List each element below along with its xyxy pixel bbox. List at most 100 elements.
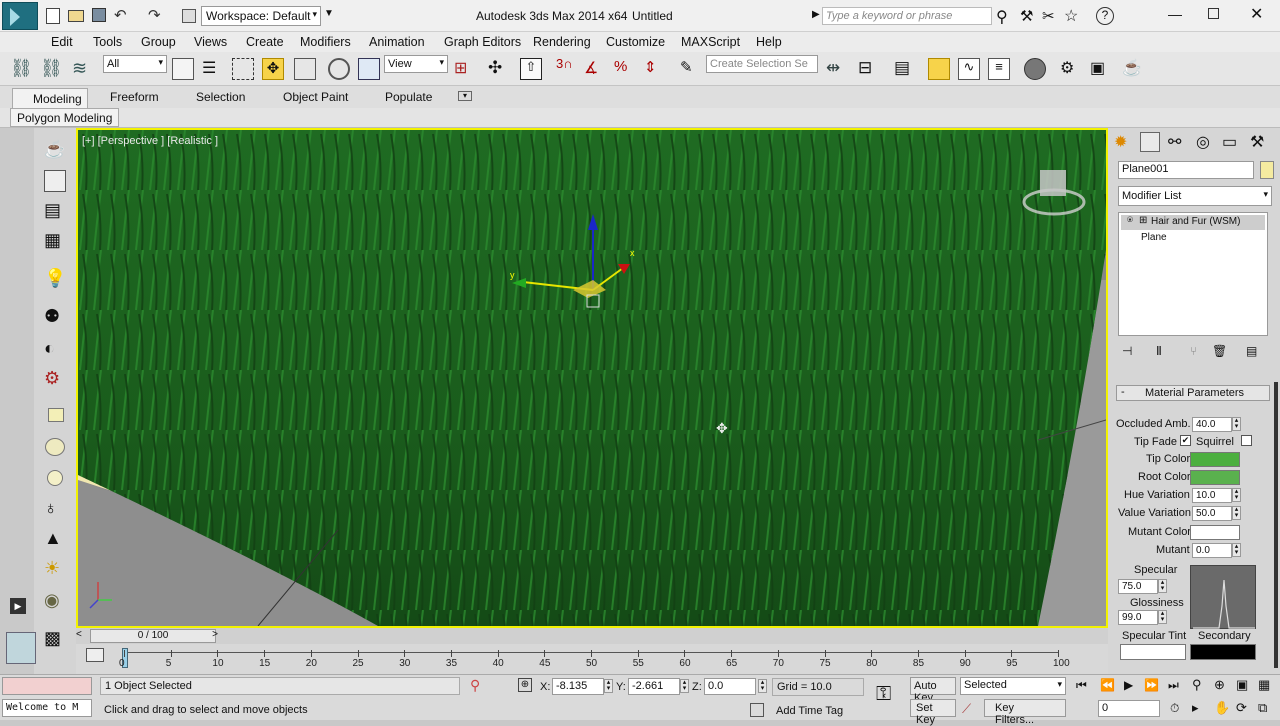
time-tag-icon[interactable]: [750, 703, 764, 717]
menu-views[interactable]: Views: [194, 35, 227, 49]
wrench-icon[interactable]: ⚒: [1020, 7, 1033, 25]
glossiness-spinner[interactable]: ▴ ▾: [1158, 610, 1167, 624]
tab-freeform[interactable]: Freeform: [110, 90, 159, 104]
tab-modeling[interactable]: Modeling: [12, 88, 88, 108]
zoom-extents-all-icon[interactable]: ▦: [1258, 677, 1270, 693]
display-tab-icon[interactable]: ▭: [1222, 132, 1237, 152]
tab-object-paint[interactable]: Object Paint: [283, 90, 348, 104]
menu-rendering[interactable]: Rendering: [533, 35, 591, 49]
schematic-view-icon[interactable]: ≡: [988, 58, 1010, 80]
grid-panel-icon[interactable]: ▦: [44, 230, 66, 252]
keyboard-shortcut-override-icon[interactable]: ⇧: [520, 58, 542, 80]
snaps-toggle-icon[interactable]: 3∩: [556, 56, 573, 71]
menu-animation[interactable]: Animation: [369, 35, 425, 49]
menu-customize[interactable]: Customize: [606, 35, 665, 49]
time-prev-button[interactable]: <: [76, 629, 90, 643]
play-icon[interactable]: ▶: [1124, 678, 1133, 692]
edit-named-selection-icon[interactable]: ✎: [680, 58, 702, 80]
undo-icon[interactable]: ↶: [114, 6, 127, 24]
pan-view-icon[interactable]: ✋: [1214, 700, 1230, 716]
box-primitive-icon[interactable]: [48, 408, 64, 422]
previous-frame-icon[interactable]: ⏪: [1100, 678, 1115, 692]
y-coordinate-field[interactable]: -2.661: [628, 678, 680, 695]
circle-primitive-icon[interactable]: [47, 470, 63, 486]
default-tangent-icon[interactable]: ⟋: [962, 701, 971, 717]
glossiness-input[interactable]: 99.0: [1118, 610, 1158, 625]
mini-viewport-button[interactable]: [6, 632, 36, 664]
stack-item-plane[interactable]: Plane: [1141, 232, 1167, 243]
app-logo-button[interactable]: [2, 2, 38, 30]
object-name-field[interactable]: Plane001: [1118, 161, 1254, 179]
mutant-input[interactable]: 0.0: [1192, 543, 1232, 558]
save-file-icon[interactable]: [92, 8, 106, 22]
field-of-view-icon[interactable]: ▸: [1192, 700, 1199, 716]
search-input[interactable]: Type a keyword or phrase: [822, 7, 992, 25]
zoom-extents-icon[interactable]: ▣: [1236, 677, 1248, 693]
restore-button[interactable]: [1208, 8, 1219, 19]
create-tab-icon[interactable]: ✹: [1114, 132, 1127, 152]
render-production-icon[interactable]: ☕: [1122, 58, 1144, 80]
squirrel-checkbox[interactable]: [1241, 435, 1252, 446]
binoculars-icon[interactable]: ⚲: [996, 7, 1008, 27]
panel-scrollbar[interactable]: [1274, 382, 1278, 668]
tab-populate[interactable]: Populate: [385, 90, 432, 104]
utilities-tab-icon[interactable]: ⚒: [1250, 132, 1264, 152]
reference-coordinate-dropdown[interactable]: View ▾: [384, 55, 448, 73]
value-variation-input[interactable]: 50.0: [1192, 506, 1232, 521]
value-variation-spinner[interactable]: ▴ ▾: [1232, 506, 1241, 520]
viewport-label[interactable]: [+] [Perspective ] [Realistic ]: [82, 135, 218, 147]
gizmo-icon[interactable]: ⚙: [44, 368, 66, 390]
rendered-frame-window-icon[interactable]: ▣: [1090, 58, 1112, 80]
sphere-primitive-icon[interactable]: [45, 438, 65, 456]
bind-space-warp-icon[interactable]: ≋: [72, 58, 94, 80]
x-coordinate-field[interactable]: -8.135: [552, 678, 604, 695]
expand-plus-icon[interactable]: ⊞: [1139, 215, 1147, 226]
hue-variation-input[interactable]: 10.0: [1192, 488, 1232, 503]
render-setup-icon[interactable]: ⚙: [1060, 58, 1082, 80]
mutant-spinner[interactable]: ▴ ▾: [1232, 543, 1241, 557]
ribbon-options-icon[interactable]: ▾: [458, 91, 472, 101]
select-and-rotate-icon[interactable]: [328, 58, 350, 80]
menu-group[interactable]: Group: [141, 35, 176, 49]
lock-selection-icon[interactable]: ⚲: [470, 677, 480, 694]
specular-spinner[interactable]: ▴ ▾: [1158, 579, 1167, 593]
minimize-button[interactable]: —: [1168, 6, 1182, 22]
auto-key-button[interactable]: Auto Key: [910, 677, 956, 704]
tools-icon[interactable]: ✂: [1042, 7, 1055, 25]
time-configuration-icon[interactable]: ⏱: [1170, 701, 1179, 716]
select-object-icon[interactable]: [172, 58, 194, 80]
key-icon[interactable]: ⚿: [876, 683, 891, 706]
occluded-amb-spinner[interactable]: ▴ ▾: [1232, 417, 1241, 431]
rendered-frame-icon[interactable]: [44, 170, 66, 192]
object-color-swatch[interactable]: [1260, 161, 1274, 179]
go-to-end-icon[interactable]: ⏭: [1168, 678, 1179, 693]
percent-snap-icon[interactable]: %: [614, 58, 636, 80]
perspective-viewport[interactable]: [+] [Perspective ] [Realistic ] x y ✥: [76, 128, 1108, 628]
new-file-icon[interactable]: [46, 8, 60, 24]
graphite-toggle-icon[interactable]: [928, 58, 950, 80]
zoom-all-icon[interactable]: ⊕: [1214, 677, 1225, 693]
rectangular-selection-icon[interactable]: [232, 58, 254, 80]
align-icon[interactable]: ⊟: [858, 58, 880, 80]
root-color-swatch[interactable]: [1190, 470, 1240, 485]
motion-tab-icon[interactable]: ◎: [1196, 132, 1210, 152]
rollout-header[interactable]: - Material Parameters: [1116, 385, 1270, 401]
configure-sets-icon[interactable]: ▤: [1246, 344, 1257, 358]
manipulate-icon[interactable]: ✣: [488, 58, 510, 80]
key-filters-button[interactable]: Key Filters...: [984, 699, 1066, 726]
close-button[interactable]: ✕: [1250, 4, 1263, 24]
angle-snap-icon[interactable]: ∡: [584, 58, 606, 80]
viewcube-icon[interactable]: [1022, 160, 1086, 216]
specular-tint-swatch[interactable]: [1120, 644, 1186, 660]
mutant-color-swatch[interactable]: [1190, 525, 1240, 540]
mirror-icon[interactable]: ⇹: [826, 58, 848, 80]
hierarchy-tab-icon[interactable]: ⚯: [1168, 132, 1181, 152]
set-key-button[interactable]: Set Key: [910, 699, 956, 726]
maxscript-listener-input[interactable]: Welcome to M: [2, 699, 92, 717]
maximize-viewport-icon[interactable]: ⧉: [1258, 700, 1267, 716]
polygon-modeling-panel[interactable]: Polygon Modeling: [10, 108, 120, 127]
track-bar-toggle-icon[interactable]: [86, 648, 104, 662]
zoom-icon[interactable]: ⚲: [1192, 677, 1202, 693]
modifier-list-dropdown[interactable]: Modifier List ▾: [1118, 186, 1272, 206]
select-and-scale-icon[interactable]: [358, 58, 380, 80]
